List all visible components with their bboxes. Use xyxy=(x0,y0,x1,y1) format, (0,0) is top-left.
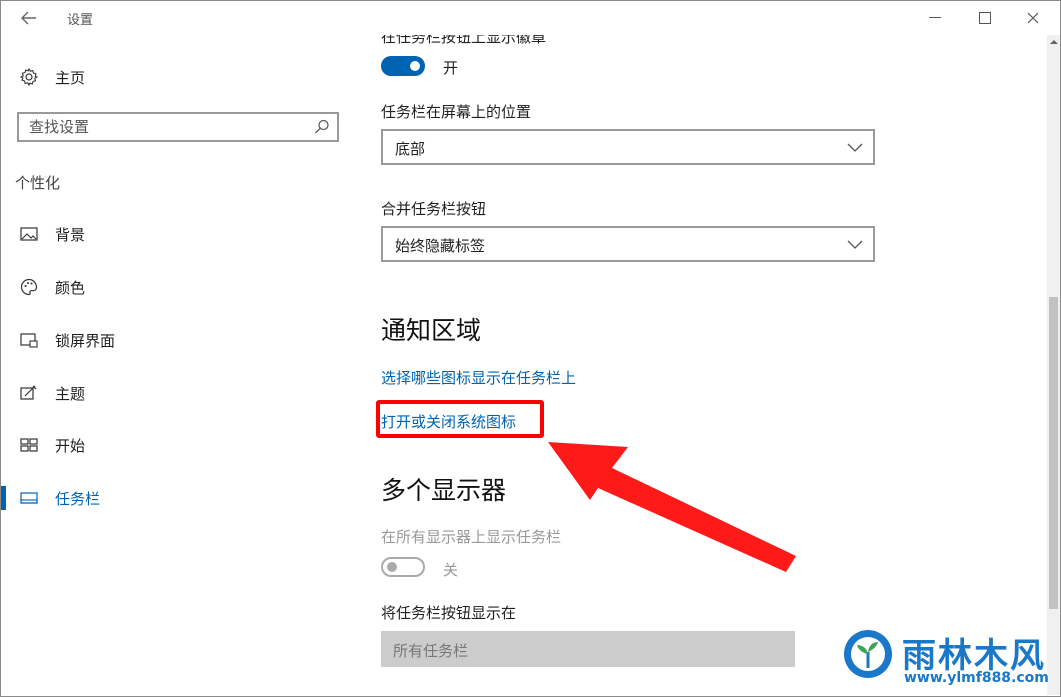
ylmf-logo-icon xyxy=(844,630,892,678)
annotation-arrow-icon xyxy=(548,442,796,572)
watermark-url: www.ylmf888.com xyxy=(904,670,1049,686)
watermark: 雨林木风 www.ylmf888.com xyxy=(838,626,1058,694)
